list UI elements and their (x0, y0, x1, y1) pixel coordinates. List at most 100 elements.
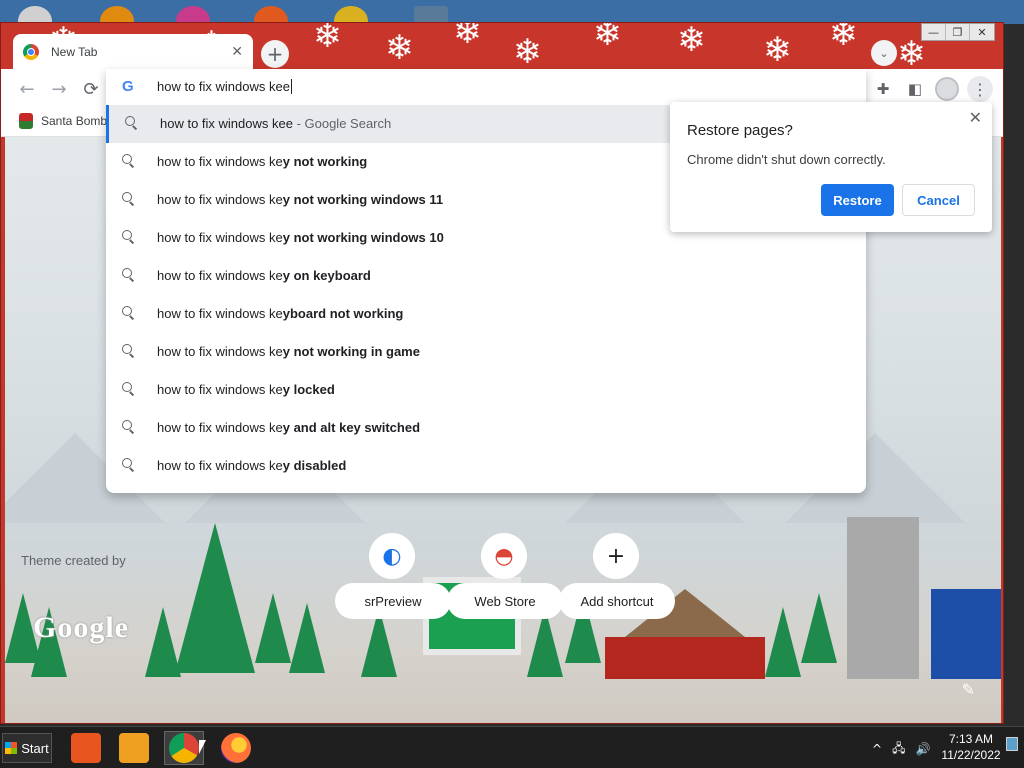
search-icon (125, 116, 139, 130)
cancel-button[interactable]: Cancel (902, 184, 975, 216)
tree-decoration (175, 523, 255, 673)
shortcut-label: Web Store (447, 583, 563, 619)
chrome-icon (169, 733, 199, 763)
suggestion-completion: y disabled (282, 458, 347, 473)
shortcut-label: srPreview (335, 583, 451, 619)
snowflake-decoration: ❄ (453, 23, 482, 52)
network-icon[interactable]: 🖧 (892, 739, 905, 760)
suggestion-completion: y and alt key switched (282, 420, 421, 435)
taskbar-clock[interactable]: 7:13 AM 11/22/2022 (936, 731, 1006, 763)
tab-new-tab[interactable]: New Tab ✕ (13, 34, 253, 69)
omnibox-input-row[interactable]: G how to fix windows kee (106, 69, 866, 105)
omnibox-suggestion[interactable]: how to fix windows key on keyboard (106, 257, 866, 295)
suggestion-typed: how to fix windows ke (157, 192, 283, 207)
suggestion-text: how to fix windows key and alt key switc… (157, 420, 420, 435)
shortcut-label: Add shortcut (559, 583, 675, 619)
extensions-icon[interactable]: ✚ (871, 77, 895, 101)
dialog-title: Restore pages? (687, 122, 793, 139)
suggestion-suffix: - Google Search (292, 116, 392, 131)
minimize-button[interactable]: — (922, 24, 946, 40)
omnibox-input[interactable]: how to fix windows kee (157, 79, 292, 94)
dialog-message: Chrome didn't shut down correctly. (687, 152, 886, 167)
suggestion-typed: how to fix windows ke (157, 382, 283, 397)
back-button[interactable]: ← (15, 77, 39, 101)
omnibox-suggestion[interactable]: how to fix windows key disabled (106, 447, 866, 485)
omnibox-suggestion[interactable]: how to fix windows key not working in ga… (106, 333, 866, 371)
tab-title: New Tab (51, 44, 98, 59)
add-shortcut-button[interactable]: + Add shortcut (559, 533, 675, 623)
customize-pencil-icon[interactable]: ✎ (962, 680, 975, 699)
tree-decoration (801, 593, 837, 663)
omnibox-suggestion[interactable]: how to fix windows keyboard not working (106, 295, 866, 333)
new-tab-button[interactable]: + (261, 40, 289, 68)
side-panel-icon[interactable]: ◧ (903, 77, 927, 101)
text-caret (290, 79, 292, 94)
taskbar-firefox[interactable] (216, 731, 256, 765)
dialog-close-icon[interactable]: ✕ (969, 108, 982, 127)
snowflake-decoration: ❄ (385, 28, 414, 68)
omnibox-input-value: how to fix windows kee (157, 79, 290, 94)
taskbar-media-player[interactable] (114, 731, 154, 765)
snowflake-decoration: ❄ (829, 23, 858, 54)
media-player-icon (119, 733, 149, 763)
suggestion-typed: how to fix windows kee (160, 116, 293, 131)
bookmark-santa-bomb[interactable]: Santa Bomb (19, 113, 107, 129)
suggestion-text: how to fix windows key on keyboard (157, 268, 371, 283)
snowflake-decoration: ❄ (513, 32, 542, 69)
search-icon (122, 192, 136, 206)
taskbar-file-explorer[interactable] (66, 731, 106, 765)
start-label: Start (21, 740, 49, 756)
suggestion-text: how to fix windows key not working windo… (157, 230, 444, 245)
webstore-icon: ◓ (481, 533, 527, 579)
omnibox-suggestion[interactable]: how to fix windows key and alt key switc… (106, 409, 866, 447)
omnibox-suggestion[interactable]: how to fix windows key locked (106, 371, 866, 409)
close-window-button[interactable]: ✕ (970, 24, 994, 40)
tower-building-decoration (847, 517, 919, 679)
search-icon (122, 420, 136, 434)
system-tray: ^ 🖧 🔊 (872, 735, 940, 763)
show-desktop-button[interactable] (1006, 737, 1018, 751)
suggestion-text: how to fix windows keyboard not working (157, 306, 403, 321)
red-house-decoration (605, 637, 765, 679)
snowflake-decoration: ❄ (677, 23, 706, 60)
search-icon (122, 230, 136, 244)
blue-house-decoration (931, 589, 1001, 679)
search-icon (122, 306, 136, 320)
taskbar-chrome[interactable] (164, 731, 204, 765)
srpreview-icon: ◐ (369, 533, 415, 579)
mouse-cursor (199, 740, 206, 754)
tab-strip: ❄ ❄ ❄ ❄ ❄ ❄ ❄ ❄ ❄ ❄ ❄ New Tab ✕ + ⌄ — ❐ … (1, 23, 1003, 69)
search-icon (122, 154, 136, 168)
shortcut-srpreview[interactable]: ◐ srPreview (335, 533, 451, 623)
shortcut-web-store[interactable]: ◓ Web Store (447, 533, 563, 623)
start-button[interactable]: Start (2, 733, 52, 763)
suggestion-text: how to fix windows key not working in ga… (157, 344, 420, 359)
search-icon (122, 344, 136, 358)
chrome-menu-button[interactable]: ⋮ (967, 76, 993, 102)
windows-logo-icon (5, 742, 18, 754)
firefox-icon (221, 733, 251, 763)
search-icon (122, 268, 136, 282)
tab-close-icon[interactable]: ✕ (231, 44, 243, 60)
suggestion-completion: y on keyboard (282, 268, 371, 283)
tree-decoration (255, 593, 291, 663)
theme-credit: Theme created by (21, 553, 126, 568)
desktop-background (0, 0, 1024, 24)
plus-icon: + (593, 533, 639, 579)
window-controls: — ❐ ✕ (921, 23, 995, 41)
folder-icon (71, 733, 101, 763)
suggestion-typed: how to fix windows ke (157, 306, 283, 321)
reload-button[interactable]: ⟳ (79, 77, 103, 101)
restore-button[interactable]: Restore (821, 184, 894, 216)
maximize-button[interactable]: ❐ (946, 24, 970, 40)
tree-decoration (765, 607, 801, 677)
search-icon (122, 382, 136, 396)
profile-avatar[interactable] (935, 77, 959, 101)
forward-button[interactable]: → (47, 77, 71, 101)
suggestion-completion: y not working (282, 154, 368, 169)
suggestion-typed: how to fix windows ke (157, 230, 283, 245)
tray-chevron-icon[interactable]: ^ (872, 742, 882, 756)
tab-search-button[interactable]: ⌄ (871, 40, 897, 66)
santa-icon (19, 113, 33, 129)
volume-icon[interactable]: 🔊 (915, 742, 930, 756)
